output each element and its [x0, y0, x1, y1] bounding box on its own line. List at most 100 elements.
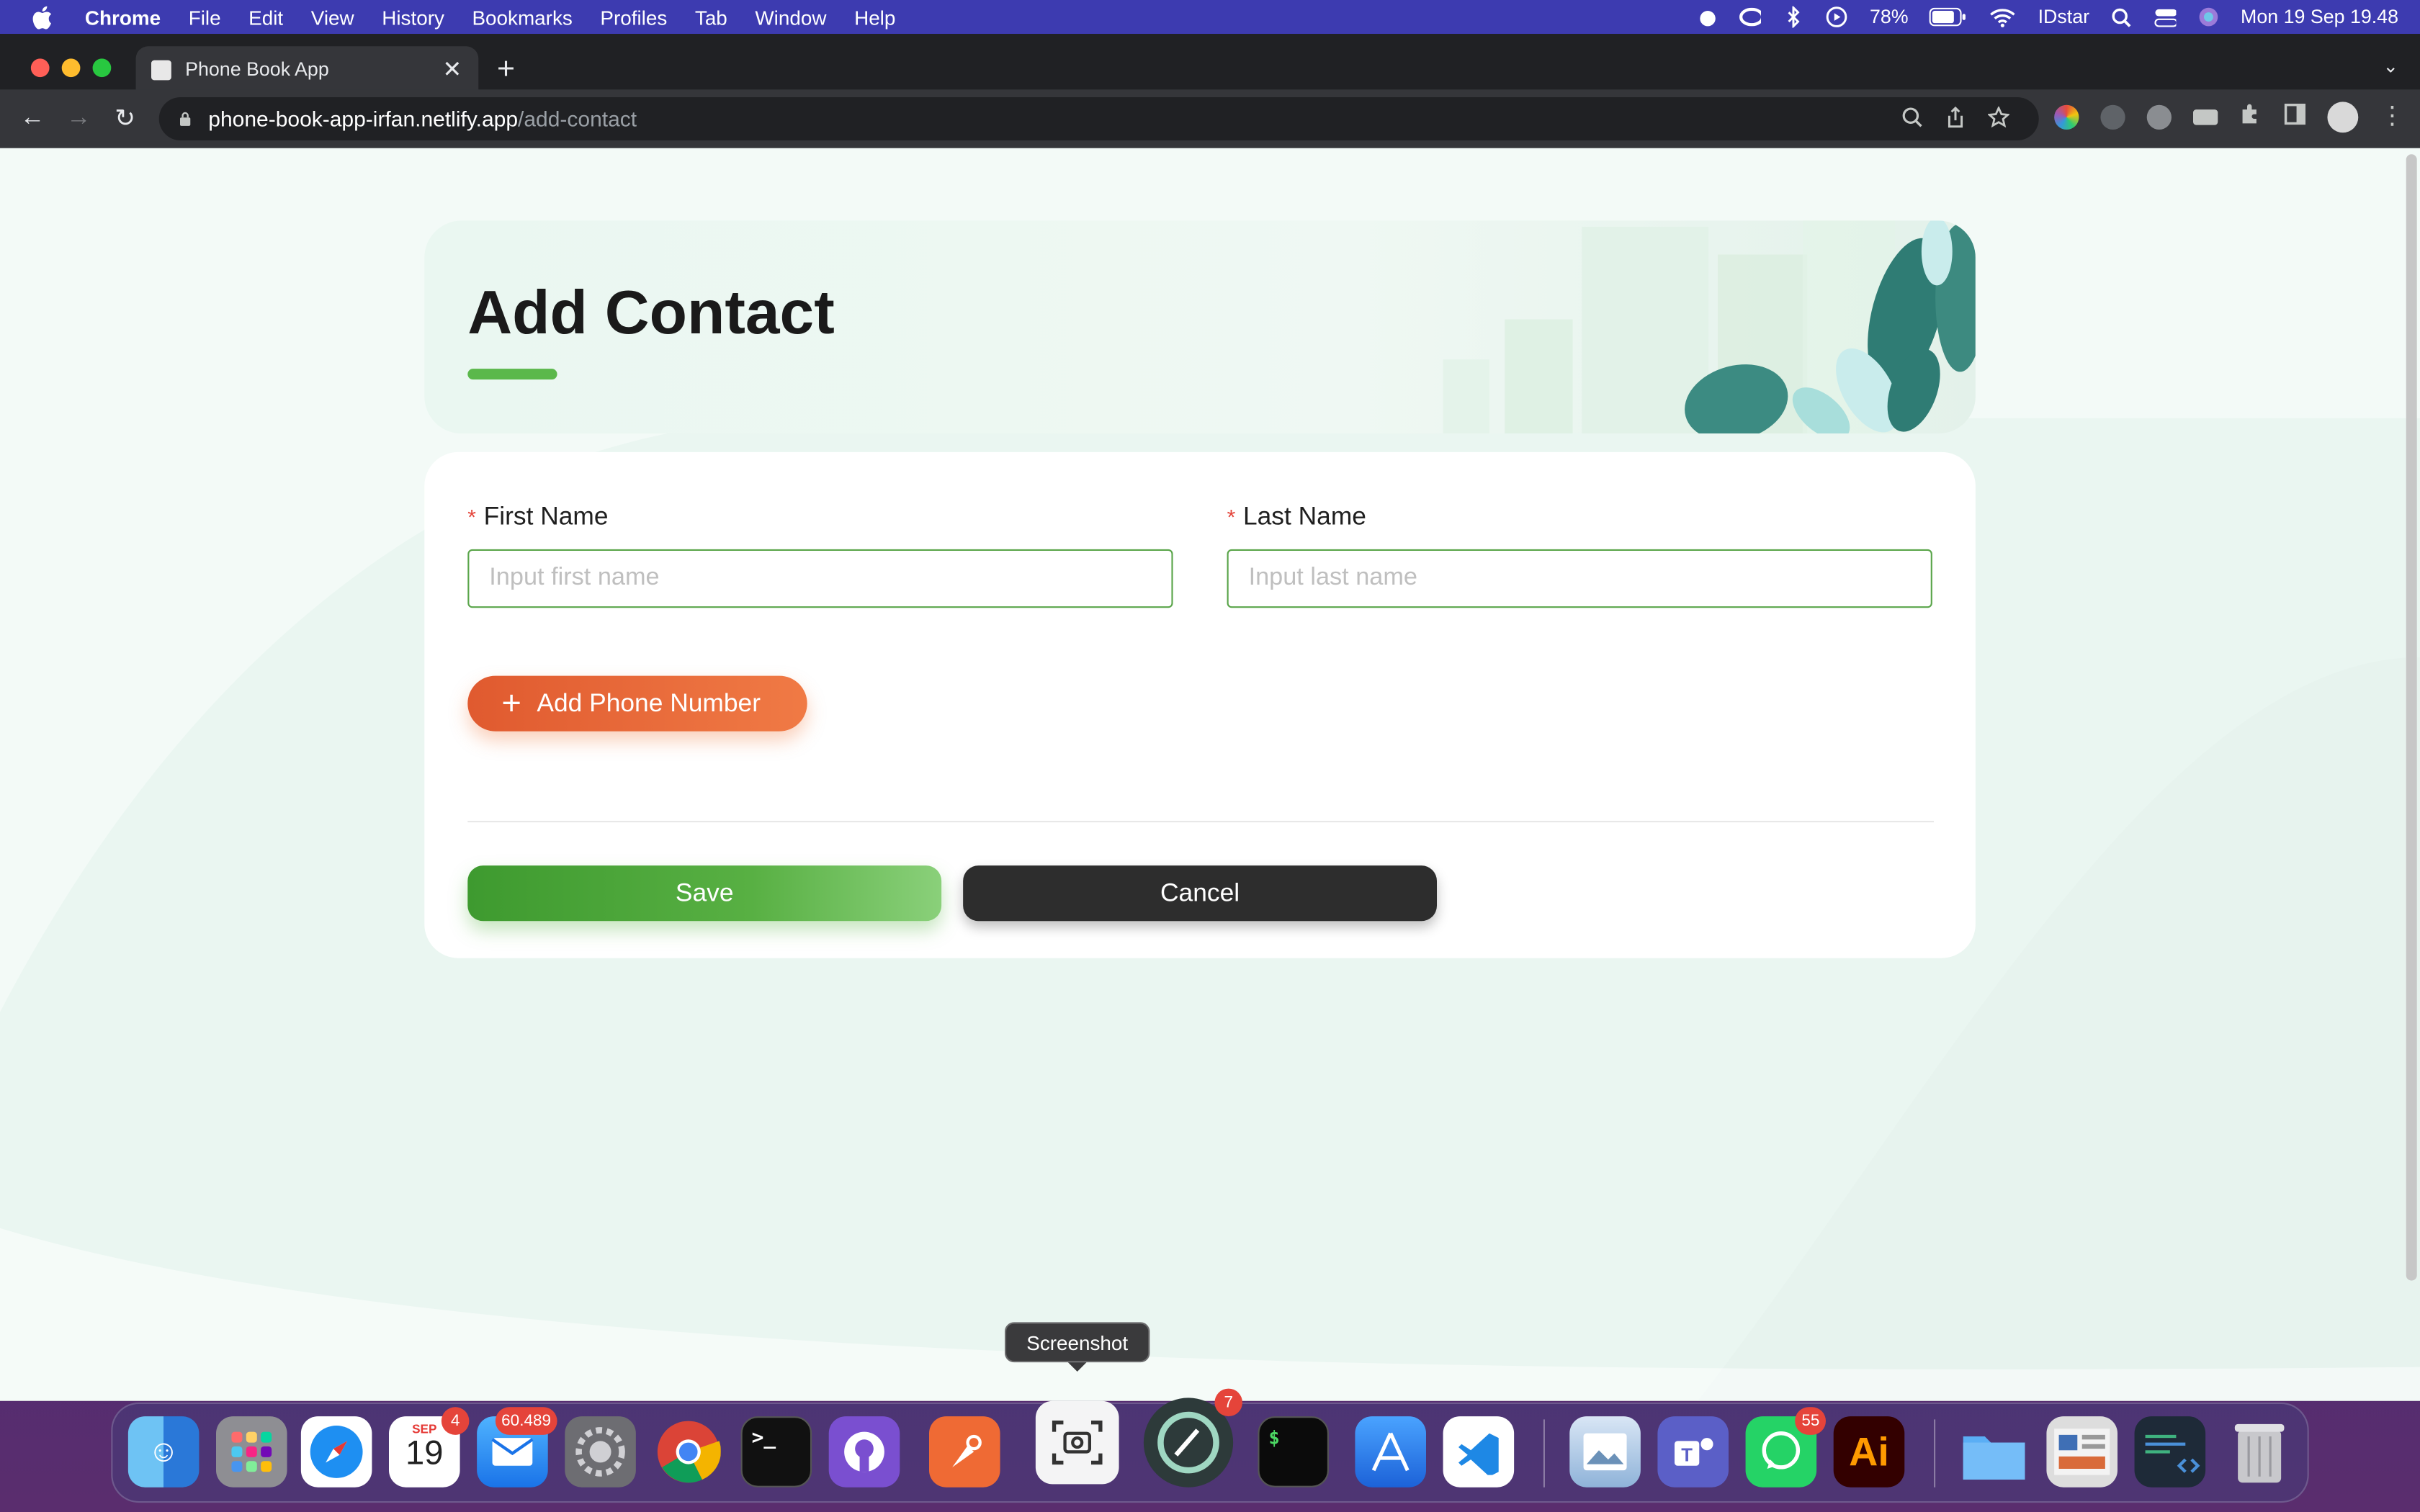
- menu-profiles[interactable]: Profiles: [586, 6, 681, 29]
- globe-extension-icon[interactable]: [2146, 104, 2172, 130]
- required-mark: *: [467, 504, 476, 529]
- tab-close-icon[interactable]: ✕: [442, 55, 463, 83]
- vscode-window-thumbnail-icon[interactable]: [2134, 1416, 2206, 1488]
- first-name-input[interactable]: Input first name: [467, 549, 1173, 608]
- profile-avatar[interactable]: [2327, 102, 2359, 133]
- mail-badge: 60.489: [495, 1407, 557, 1435]
- last-name-label-text: Last Name: [1242, 503, 1366, 531]
- browser-toolbar: ← → ↻ phone-book-app-irfan.netlify.app/a…: [0, 89, 2420, 148]
- clock[interactable]: Mon 19 Sep 19.48: [2241, 6, 2398, 28]
- url-host: phone-book-app-irfan.netlify.app: [208, 106, 519, 132]
- first-name-label: * First Name: [467, 503, 608, 533]
- finder-icon[interactable]: ☺: [127, 1416, 200, 1488]
- stack-documents-icon[interactable]: [2046, 1416, 2118, 1488]
- back-button[interactable]: ←: [9, 105, 55, 133]
- first-name-label-text: First Name: [483, 503, 609, 531]
- system-preferences-icon[interactable]: [565, 1416, 636, 1488]
- menu-help[interactable]: Help: [841, 6, 910, 29]
- macos-menu-bar: Chrome File Edit View History Bookmarks …: [0, 0, 2420, 35]
- extensions-area: ⋮: [2054, 102, 2405, 133]
- url-path: /add-contact: [518, 106, 637, 132]
- save-button[interactable]: Save: [467, 865, 942, 922]
- extension-icon[interactable]: [2100, 104, 2125, 130]
- reload-button[interactable]: ↻: [102, 104, 148, 135]
- xcode-icon[interactable]: [1355, 1416, 1426, 1488]
- cancel-button[interactable]: Cancel: [963, 865, 1437, 922]
- spotlight-search-icon[interactable]: [2111, 6, 2133, 28]
- apple-icon[interactable]: [28, 5, 56, 29]
- extensions-puzzle-icon[interactable]: [2239, 102, 2262, 132]
- battery-icon[interactable]: [1930, 6, 1967, 28]
- clock-app-badge: 7: [1214, 1388, 1242, 1417]
- close-window-button[interactable]: [30, 58, 50, 78]
- adobe-illustrator-icon[interactable]: Ai: [1833, 1416, 1905, 1488]
- bluetooth-icon[interactable]: [1783, 6, 1805, 28]
- battery-percent: 78%: [1869, 6, 1909, 28]
- postman-icon[interactable]: [929, 1416, 1000, 1488]
- menu-app-name[interactable]: Chrome: [71, 6, 175, 29]
- tab-strip: Phone Book App ✕ + ⌄: [0, 34, 2420, 93]
- macos-dock: ☺ SEP 19 4 60.489 >_ 7 $ T 55 Ai: [111, 1388, 2309, 1503]
- menu-view[interactable]: View: [297, 6, 367, 29]
- add-phone-number-button[interactable]: + Add Phone Number: [467, 675, 807, 732]
- chrome-icon[interactable]: [653, 1416, 724, 1488]
- menu-window[interactable]: Window: [741, 6, 841, 29]
- clock-app-icon[interactable]: 7: [1143, 1388, 1242, 1488]
- screenshot-icon[interactable]: [1035, 1400, 1119, 1485]
- color-picker-extension-icon[interactable]: [2054, 104, 2079, 130]
- trash-icon[interactable]: [2224, 1416, 2295, 1488]
- terminal-icon[interactable]: >_: [740, 1416, 812, 1488]
- title-accent-bar: [467, 369, 557, 380]
- omnibox-actions: [1901, 105, 2011, 136]
- menu-history[interactable]: History: [368, 6, 458, 29]
- mail-icon[interactable]: 60.489: [477, 1407, 557, 1488]
- page-scrollbar[interactable]: [2406, 154, 2417, 1281]
- whatsapp-badge: 55: [1795, 1407, 1826, 1435]
- form-divider: [467, 821, 1935, 823]
- calendar-icon[interactable]: SEP 19 4: [389, 1407, 470, 1488]
- svg-text:T: T: [1681, 1445, 1693, 1465]
- last-name-input[interactable]: Input last name: [1227, 549, 1932, 608]
- lock-icon: [179, 112, 191, 126]
- microsoft-teams-icon[interactable]: T: [1657, 1416, 1729, 1488]
- play-status-icon[interactable]: [1827, 6, 1848, 28]
- side-panel-icon[interactable]: [2284, 102, 2305, 132]
- menu-tab[interactable]: Tab: [681, 6, 742, 29]
- user-name[interactable]: IDstar: [2038, 6, 2089, 28]
- bookmark-star-icon[interactable]: [1986, 105, 2011, 136]
- safari-icon[interactable]: [300, 1416, 372, 1488]
- required-mark: *: [1227, 504, 1236, 529]
- github-desktop-icon[interactable]: [828, 1416, 900, 1488]
- plus-icon: +: [501, 683, 521, 722]
- siri-icon[interactable]: [2197, 6, 2219, 28]
- menu-edit[interactable]: Edit: [235, 6, 297, 29]
- share-icon[interactable]: [1945, 106, 1966, 136]
- add-phone-number-label: Add Phone Number: [537, 688, 761, 717]
- whatsapp-icon[interactable]: 55: [1745, 1407, 1826, 1488]
- menu-bookmarks[interactable]: Bookmarks: [458, 6, 586, 29]
- tab-search-chevron-icon[interactable]: ⌄: [2383, 55, 2398, 77]
- launchpad-icon[interactable]: [216, 1416, 287, 1488]
- dock-separator: [1934, 1419, 1936, 1488]
- preview-icon[interactable]: [1569, 1416, 1641, 1488]
- control-center-icon[interactable]: [2154, 6, 2177, 28]
- menu-file[interactable]: File: [174, 6, 234, 29]
- minimize-window-button[interactable]: [61, 58, 81, 78]
- cast-extension-icon[interactable]: [2193, 109, 2218, 125]
- status-apple-icon[interactable]: [1697, 6, 1718, 28]
- forward-button[interactable]: →: [55, 105, 102, 133]
- tab-phone-book-app[interactable]: Phone Book App ✕: [135, 46, 479, 93]
- address-bar[interactable]: phone-book-app-irfan.netlify.app/add-con…: [158, 97, 2039, 140]
- iterm-icon[interactable]: $: [1258, 1416, 1329, 1488]
- downloads-folder-icon[interactable]: [1958, 1416, 2030, 1488]
- last-name-label: * Last Name: [1227, 503, 1366, 533]
- creative-cloud-icon[interactable]: [1739, 6, 1762, 28]
- chrome-menu-icon[interactable]: ⋮: [2380, 104, 2404, 130]
- zoom-icon[interactable]: [1901, 107, 1923, 136]
- window-controls: [30, 58, 112, 78]
- zoom-window-button[interactable]: [92, 58, 112, 78]
- new-tab-button[interactable]: +: [497, 53, 515, 88]
- vscode-icon[interactable]: [1443, 1416, 1515, 1488]
- wifi-icon[interactable]: [1989, 6, 2017, 28]
- calendar-badge: 4: [441, 1407, 470, 1435]
